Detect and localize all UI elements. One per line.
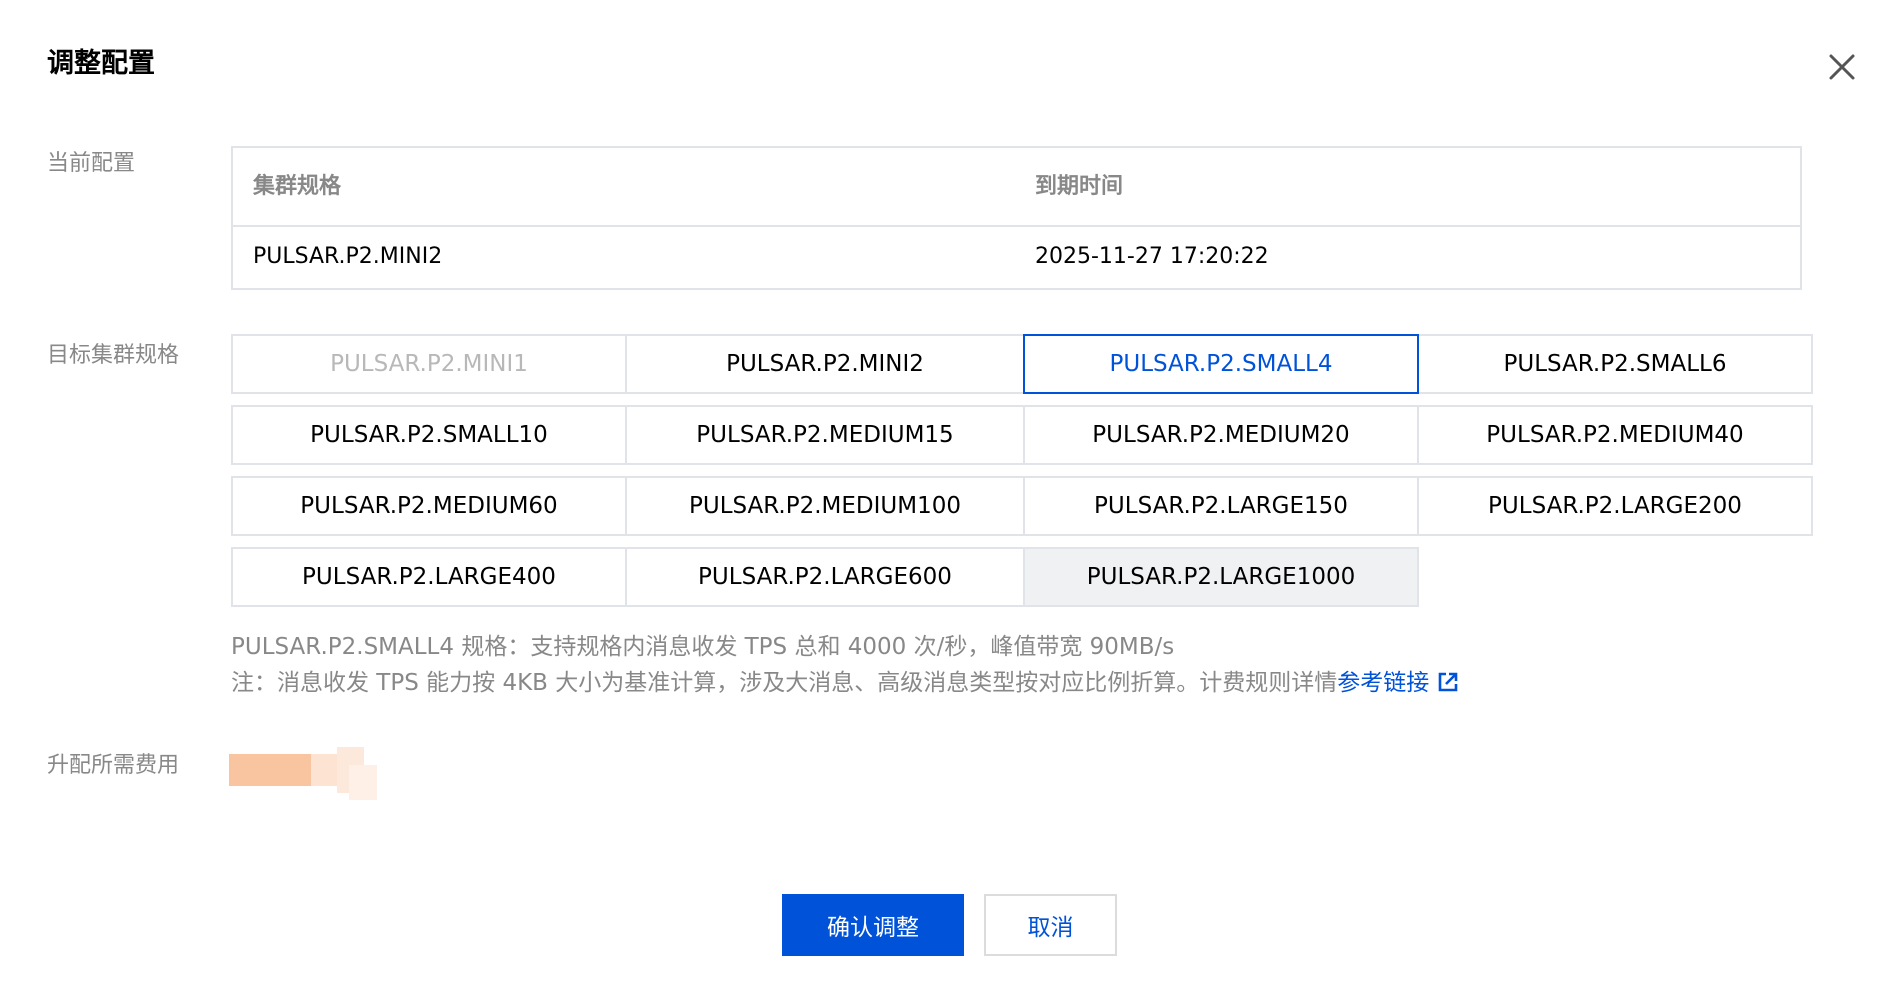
upgrade-cost-label: 升配所需费用 [47, 753, 180, 778]
current-config-table: 集群规格 到期时间 PULSAR.P2.MINI2 2025-11-27 17:… [231, 146, 1802, 290]
spec-option-pulsar-p2-medium40[interactable]: PULSAR.P2.MEDIUM40 [1417, 405, 1813, 465]
adjust-config-dialog: 调整配置 当前配置 集群规格 到期时间 PULSAR.P2.MINI2 2025… [0, 0, 1890, 994]
spec-option-pulsar-p2-small6[interactable]: PULSAR.P2.SMALL6 [1417, 334, 1813, 394]
spec-option-pulsar-p2-medium60[interactable]: PULSAR.P2.MEDIUM60 [231, 476, 627, 536]
tps-note: 注：消息收发 TPS 能力按 4KB 大小为基准计算，涉及大消息、高级消息类型按… [231, 666, 1459, 700]
tps-note-text: 注：消息收发 TPS 能力按 4KB 大小为基准计算，涉及大消息、高级消息类型按… [231, 670, 1338, 696]
header-expiry: 到期时间 [1035, 174, 1124, 199]
header-spec: 集群规格 [253, 174, 342, 199]
target-spec-label: 目标集群规格 [47, 343, 180, 368]
expiry-time-value: 2025-11-27 17:20:22 [1035, 244, 1269, 269]
upgrade-cost-value-blurred [229, 747, 377, 800]
spec-option-pulsar-p2-medium15[interactable]: PULSAR.P2.MEDIUM15 [625, 405, 1025, 465]
spec-option-pulsar-p2-large150[interactable]: PULSAR.P2.LARGE150 [1023, 476, 1419, 536]
spec-option-pulsar-p2-mini2[interactable]: PULSAR.P2.MINI2 [625, 334, 1025, 394]
spec-option-pulsar-p2-large400[interactable]: PULSAR.P2.LARGE400 [231, 547, 627, 607]
current-config-label: 当前配置 [47, 151, 136, 176]
current-spec-value: PULSAR.P2.MINI2 [253, 244, 443, 269]
confirm-adjust-button[interactable]: 确认调整 [782, 894, 964, 956]
spec-option-pulsar-p2-medium20[interactable]: PULSAR.P2.MEDIUM20 [1023, 405, 1419, 465]
close-icon[interactable] [1826, 51, 1858, 83]
spec-option-pulsar-p2-large600[interactable]: PULSAR.P2.LARGE600 [625, 547, 1025, 607]
spec-option-pulsar-p2-medium100[interactable]: PULSAR.P2.MEDIUM100 [625, 476, 1025, 536]
spec-option-pulsar-p2-large1000[interactable]: PULSAR.P2.LARGE1000 [1023, 547, 1419, 607]
reference-link[interactable]: 参考链接 [1337, 670, 1429, 696]
spec-option-pulsar-p2-mini1: PULSAR.P2.MINI1 [231, 334, 627, 394]
cancel-button[interactable]: 取消 [984, 894, 1117, 956]
spec-option-pulsar-p2-small4[interactable]: PULSAR.P2.SMALL4 [1023, 334, 1419, 394]
table-header: 集群规格 到期时间 [233, 148, 1800, 227]
spec-option-pulsar-p2-small10[interactable]: PULSAR.P2.SMALL10 [231, 405, 627, 465]
dialog-title: 调整配置 [47, 48, 155, 79]
spec-option-pulsar-p2-large200[interactable]: PULSAR.P2.LARGE200 [1417, 476, 1813, 536]
table-row: PULSAR.P2.MINI2 2025-11-27 17:20:22 [233, 227, 1800, 288]
spec-description: PULSAR.P2.SMALL4 规格：支持规格内消息收发 TPS 总和 400… [231, 634, 1175, 660]
external-link-icon[interactable] [1437, 671, 1459, 693]
